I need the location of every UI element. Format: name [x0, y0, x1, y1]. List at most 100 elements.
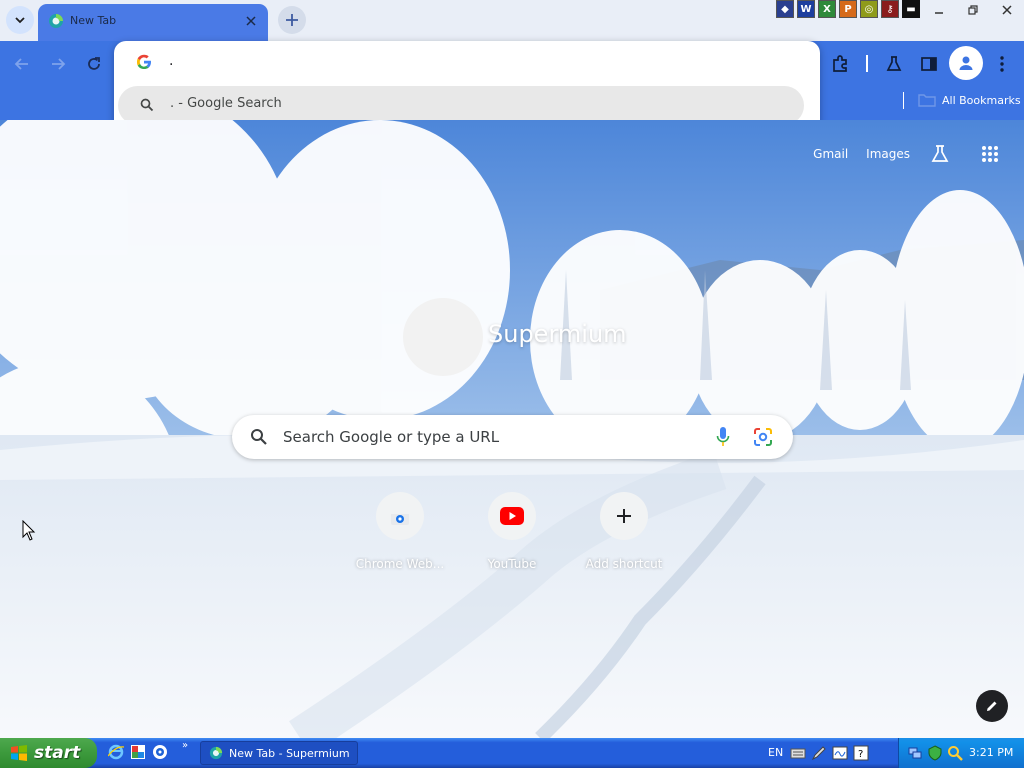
clock: 3:21 PM	[969, 746, 1014, 759]
voice-search-icon[interactable]	[716, 426, 730, 448]
publisher-icon[interactable]: ◎	[860, 0, 878, 18]
search-icon	[140, 98, 154, 112]
paint-icon[interactable]	[130, 744, 146, 760]
handwriting-icon[interactable]	[832, 745, 848, 761]
start-label: start	[34, 743, 81, 763]
menu-icon	[1000, 56, 1004, 72]
taskbar-window-label: New Tab - Supermium	[229, 746, 350, 760]
internet-explorer-icon[interactable]	[108, 744, 124, 760]
side-panel-icon	[921, 57, 937, 71]
images-link[interactable]: Images	[866, 147, 910, 161]
profile-button[interactable]	[949, 46, 983, 80]
all-bookmarks-label: All Bookmarks	[942, 93, 1021, 107]
close-icon	[1002, 4, 1012, 15]
media-player-icon[interactable]	[152, 744, 168, 760]
help-icon[interactable]: ?	[853, 745, 869, 761]
search-placeholder: Search Google or type a URL	[283, 428, 500, 446]
close-window-button[interactable]	[990, 0, 1024, 19]
side-panel-button[interactable]	[915, 50, 943, 78]
toolbar-separator	[866, 55, 868, 72]
profile-icon	[959, 56, 973, 70]
svg-text:?: ?	[858, 749, 863, 760]
extensions-icon	[833, 55, 847, 72]
shortcut-youtube[interactable]: YouTube	[456, 492, 568, 576]
shortcut-label: Chrome Web...	[355, 557, 445, 571]
mouse-cursor-icon	[22, 520, 36, 541]
tab-strip: New Tab ◆ W X P ◎ ⚷ ▬	[0, 0, 1024, 41]
close-icon	[246, 16, 256, 26]
pen-tool-icon[interactable]	[811, 745, 827, 761]
ntp-top-links: Gmail Images	[813, 142, 1024, 166]
restore-button[interactable]	[956, 0, 990, 19]
menu-button[interactable]	[988, 50, 1016, 78]
language-bar-icons: ?	[790, 745, 869, 761]
word-icon[interactable]: W	[797, 0, 815, 18]
excel-icon[interactable]: X	[818, 0, 836, 18]
security-shield-icon[interactable]	[927, 745, 943, 761]
window-controls	[922, 0, 1024, 20]
new-tab-button[interactable]	[278, 6, 306, 34]
customize-chrome-button[interactable]	[976, 690, 1008, 722]
powerpoint-icon[interactable]: P	[839, 0, 857, 18]
all-bookmarks-button[interactable]: All Bookmarks	[918, 93, 1021, 107]
windows-logo-icon	[11, 745, 27, 761]
youtube-icon	[488, 492, 536, 540]
tab-search-button[interactable]	[6, 6, 34, 34]
quick-launch-chevron-icon[interactable]: »	[182, 740, 188, 751]
search-icon	[251, 429, 267, 445]
office-launcher-icon[interactable]: ◆	[776, 0, 794, 18]
chevron-down-icon	[15, 17, 25, 24]
google-g-icon	[137, 54, 151, 69]
shortcut-label: Add shortcut	[585, 557, 663, 571]
apps-grid-icon	[982, 146, 998, 162]
back-icon	[14, 58, 28, 70]
omnibox-input[interactable]: .	[169, 53, 173, 69]
ntp-labs-button[interactable]	[928, 142, 952, 166]
supermium-logo-icon	[403, 298, 483, 376]
shortcut-label: YouTube	[487, 557, 537, 571]
labs-button[interactable]	[880, 50, 908, 78]
back-button[interactable]	[8, 50, 36, 78]
google-lens-icon[interactable]	[752, 426, 774, 448]
pencil-icon	[987, 701, 997, 711]
suggestion-text: . - Google Search	[170, 96, 282, 111]
restore-icon	[968, 4, 978, 15]
start-button[interactable]: start	[0, 738, 97, 768]
desktop-icon[interactable]: ▬	[902, 0, 920, 18]
taskbar: start » New Tab - Supermium EN ? 3:21 PM	[0, 738, 1024, 768]
reload-icon	[88, 57, 100, 70]
office-toolbar: ◆ W X P ◎ ⚷ ▬	[776, 0, 920, 20]
google-apps-button[interactable]	[978, 142, 1002, 166]
shortcut-chrome-web-store[interactable]: Chrome Web...	[344, 492, 456, 576]
minimize-icon	[935, 11, 943, 14]
forward-button[interactable]	[44, 50, 72, 78]
ntp-search-box[interactable]: Search Google or type a URL	[232, 415, 793, 459]
reload-button[interactable]	[80, 50, 108, 78]
quick-launch	[108, 744, 168, 760]
network-icon[interactable]	[907, 745, 923, 761]
keyboard-icon[interactable]	[790, 745, 806, 761]
supermium-favicon-icon	[49, 14, 63, 28]
system-tray: 3:21 PM	[898, 738, 1024, 768]
forward-icon	[52, 58, 66, 70]
access-icon[interactable]: ⚷	[881, 0, 899, 18]
shortcut-add[interactable]: Add shortcut	[568, 492, 680, 576]
logo-text: Supermium	[488, 320, 627, 348]
gmail-link[interactable]: Gmail	[813, 147, 848, 161]
tab-title: New Tab	[70, 14, 117, 27]
plus-icon	[286, 14, 298, 26]
minimize-button[interactable]	[922, 0, 956, 19]
labs-icon	[886, 56, 902, 71]
labs-icon	[931, 145, 949, 162]
folder-icon	[918, 94, 936, 107]
extensions-button[interactable]	[826, 50, 854, 78]
language-indicator[interactable]: EN	[768, 746, 783, 759]
supermium-favicon-icon	[209, 746, 223, 760]
bookmarks-separator	[903, 92, 904, 109]
tab-close-button[interactable]	[242, 12, 260, 30]
search-tray-icon[interactable]	[947, 745, 963, 761]
new-tab-page: Gmail Images Supermium Search Google or …	[0, 120, 1024, 738]
tray-icons	[907, 745, 963, 761]
active-tab[interactable]: New Tab	[38, 4, 268, 41]
taskbar-window-button[interactable]: New Tab - Supermium	[200, 741, 358, 765]
